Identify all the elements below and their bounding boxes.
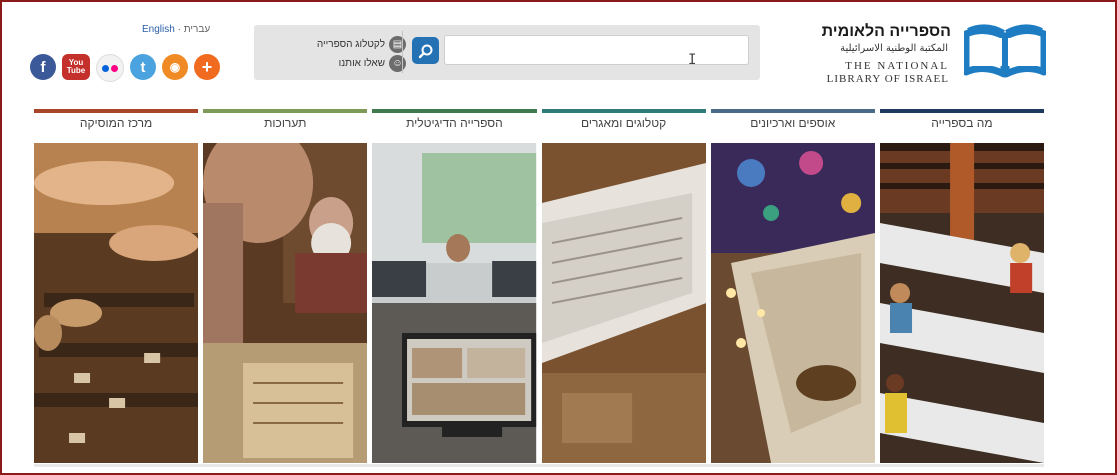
text-cursor-icon: I bbox=[688, 52, 697, 68]
user-icon: ☺ bbox=[389, 55, 406, 72]
search-input[interactable] bbox=[444, 35, 749, 65]
youtube-icon[interactable]: You Tube bbox=[62, 54, 90, 80]
music-center-photo[interactable] bbox=[34, 143, 199, 463]
logo-english-line2: LIBRARY OF ISRAEL bbox=[826, 73, 949, 85]
social-links: f You Tube t ◉ + bbox=[30, 54, 220, 82]
logo-english-line1: THE NATIONAL bbox=[845, 60, 949, 72]
nav-digital-library[interactable]: הספרייה הדיגיטלית bbox=[372, 109, 537, 130]
newspapers-photo[interactable] bbox=[541, 143, 706, 463]
image-gallery bbox=[34, 143, 1045, 463]
digital-library-photo[interactable] bbox=[372, 143, 537, 463]
catalog-icon: ▤ bbox=[389, 36, 406, 53]
nav-whats-in-library[interactable]: מה בספרייה bbox=[879, 109, 1045, 130]
nav-music-center[interactable]: מרכז המוסיקה bbox=[34, 109, 199, 130]
rss-icon[interactable]: ◉ bbox=[162, 54, 188, 80]
language-switcher: English · עברית bbox=[142, 24, 210, 35]
twitter-icon[interactable]: t bbox=[130, 54, 156, 80]
logo-hebrew-text: הספרייה הלאומית bbox=[821, 23, 951, 40]
catalog-link[interactable]: לקטלוג הספרייה ▤ bbox=[278, 35, 406, 54]
main-navigation: מרכז המוסיקה תערוכות הספרייה הדיגיטלית ק… bbox=[34, 109, 1045, 130]
lang-english-link[interactable]: English bbox=[142, 24, 175, 35]
nav-exhibitions[interactable]: תערוכות bbox=[203, 109, 368, 130]
exhibitions-photo[interactable] bbox=[203, 143, 368, 463]
search-divider bbox=[402, 31, 403, 73]
facebook-icon[interactable]: f bbox=[30, 54, 56, 80]
search-button[interactable] bbox=[412, 37, 439, 64]
archives-photo[interactable] bbox=[710, 143, 875, 463]
logo-arabic-text: المكتبة الوطنية الاسرائيلية bbox=[840, 43, 948, 54]
page-frame: f You Tube t ◉ + English · עברית לקטלוג … bbox=[0, 0, 1117, 475]
search-icon bbox=[418, 44, 432, 58]
nav-collections-archives[interactable]: אוספים וארכיונים bbox=[710, 109, 875, 130]
quick-links: לקטלוג הספרייה ▤ שאלו אותנו ☺ bbox=[278, 35, 406, 73]
flickr-icon[interactable] bbox=[96, 54, 124, 82]
ask-us-link[interactable]: שאלו אותנו ☺ bbox=[278, 54, 406, 73]
lang-hebrew-link[interactable]: עברית bbox=[184, 24, 210, 35]
search-area: לקטלוג הספרייה ▤ שאלו אותנו ☺ bbox=[254, 25, 760, 80]
nav-catalogs[interactable]: קטלוגים ומאגרים bbox=[541, 109, 706, 130]
reading-room-photo[interactable] bbox=[879, 143, 1045, 463]
lang-separator: · bbox=[177, 24, 181, 35]
ask-us-link-label: שאלו אותנו bbox=[338, 58, 385, 69]
addthis-icon[interactable]: + bbox=[194, 54, 220, 80]
book-logo-icon[interactable] bbox=[964, 24, 1046, 84]
footer-line bbox=[34, 464, 1044, 467]
catalog-link-label: לקטלוג הספרייה bbox=[316, 39, 385, 50]
